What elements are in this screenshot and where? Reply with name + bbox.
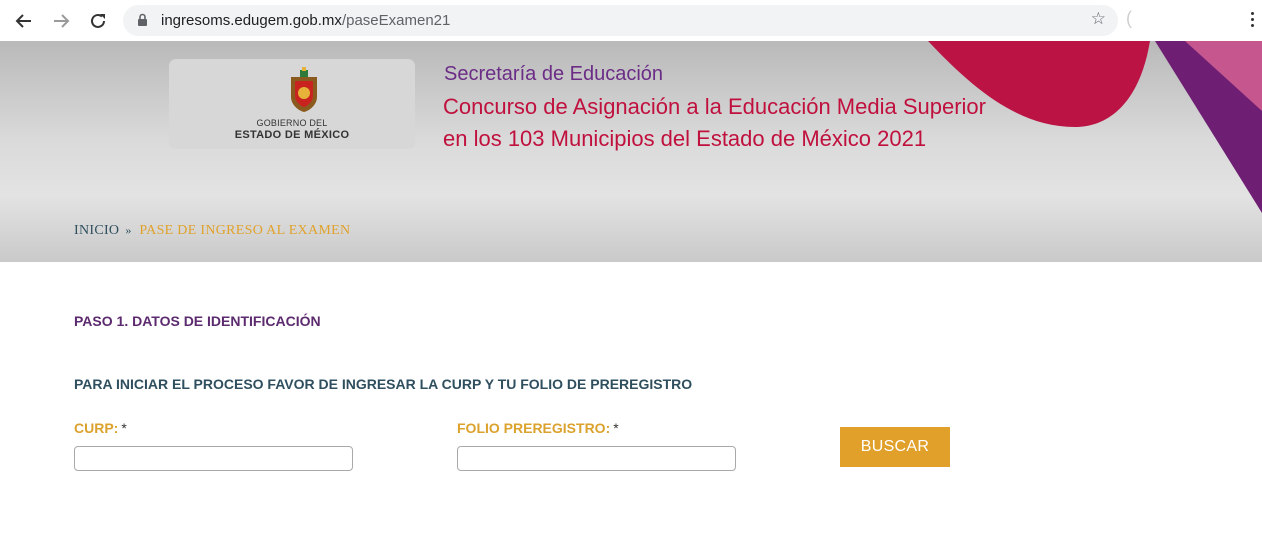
curp-label: CURP: * <box>74 420 127 436</box>
lock-icon[interactable] <box>137 13 148 32</box>
header-banner: GOBIERNO DEL ESTADO DE MÉXICO Secretaría… <box>0 41 1262 262</box>
required-mark: * <box>613 420 619 436</box>
url-text[interactable]: ingresoms.edugem.gob.mx/paseExamen21 <box>161 12 450 29</box>
required-mark: * <box>121 420 127 436</box>
breadcrumb-home-link[interactable]: INICIO <box>74 223 119 238</box>
star-icon[interactable]: ☆ <box>1091 11 1106 28</box>
menu-dots-icon[interactable] <box>1244 10 1260 30</box>
logo-text-line1: GOBIERNO DEL <box>256 118 328 128</box>
header-subtitle: Secretaría de Educación <box>444 63 664 85</box>
breadcrumb-separator: » <box>125 223 132 237</box>
address-bar[interactable]: ingresoms.edugem.gob.mx/paseExamen21 ☆ <box>123 5 1118 36</box>
search-button[interactable]: BUSCAR <box>840 427 950 467</box>
breadcrumb-current: PASE DE INGRESO AL EXAMEN <box>139 223 351 238</box>
state-emblem-icon <box>291 67 317 112</box>
folio-input[interactable] <box>457 446 736 471</box>
browser-toolbar: ingresoms.edugem.gob.mx/paseExamen21 ☆ ( <box>0 0 1262 41</box>
government-logo[interactable]: GOBIERNO DEL ESTADO DE MÉXICO <box>169 59 415 149</box>
reload-icon[interactable] <box>85 8 111 34</box>
logo-text-line2: ESTADO DE MÉXICO <box>234 129 350 141</box>
breadcrumb: INICIO » PASE DE INGRESO AL EXAMEN <box>74 223 350 239</box>
extension-area: ( <box>1126 8 1132 28</box>
form-instructions: PARA INICIAR EL PROCESO FAVOR DE INGRESA… <box>74 376 693 392</box>
folio-label: FOLIO PREREGISTRO: * <box>457 420 619 436</box>
curp-input[interactable] <box>74 446 353 471</box>
header-title-line2: en los 103 Municipios del Estado de Méxi… <box>443 126 927 151</box>
step-title: PASO 1. DATOS DE IDENTIFICACIÓN <box>74 313 321 329</box>
back-arrow-icon[interactable] <box>11 8 37 34</box>
header-title-line1: Concurso de Asignación a la Educación Me… <box>443 94 986 119</box>
forward-arrow-icon[interactable] <box>48 8 74 34</box>
